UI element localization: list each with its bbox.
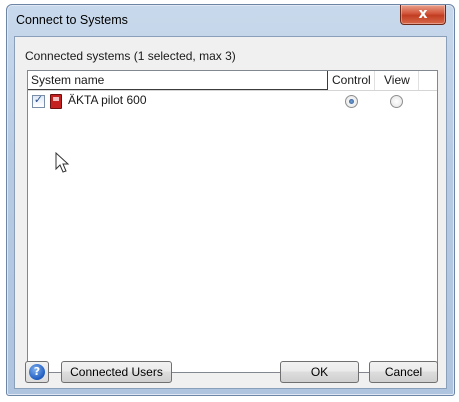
help-icon: ? [29, 364, 45, 380]
list-item[interactable]: ✓ ÄKTA pilot 600 [28, 92, 437, 110]
ok-button[interactable]: OK [280, 361, 359, 383]
close-icon: x [418, 6, 428, 22]
connected-users-button[interactable]: Connected Users [61, 361, 172, 383]
column-header-system-name[interactable]: System name [28, 71, 328, 90]
dialog-client-area: Connected systems (1 selected, max 3) Sy… [14, 36, 447, 389]
view-radio[interactable] [390, 95, 403, 108]
check-mark-icon: ✓ [33, 93, 44, 106]
connect-dialog: Connect to Systems x Connected systems (… [6, 4, 455, 396]
window-title: Connect to Systems [16, 13, 128, 27]
title-bar[interactable]: Connect to Systems x [7, 5, 454, 35]
instrument-icon [50, 94, 62, 109]
column-header-view[interactable]: View [375, 71, 419, 90]
help-button[interactable]: ? [25, 361, 49, 383]
systems-list[interactable]: System name Control View ✓ ÄKTA pilot 60… [27, 70, 438, 373]
connected-systems-label: Connected systems (1 selected, max 3) [25, 49, 236, 63]
system-checkbox[interactable]: ✓ [32, 93, 45, 108]
close-button[interactable]: x [400, 5, 446, 25]
list-header: System name Control View [28, 71, 437, 91]
column-header-control[interactable]: Control [328, 71, 375, 90]
mouse-pointer-icon [55, 152, 70, 173]
control-radio[interactable] [345, 95, 358, 108]
cancel-button[interactable]: Cancel [369, 361, 438, 383]
system-name: ÄKTA pilot 600 [68, 93, 147, 107]
